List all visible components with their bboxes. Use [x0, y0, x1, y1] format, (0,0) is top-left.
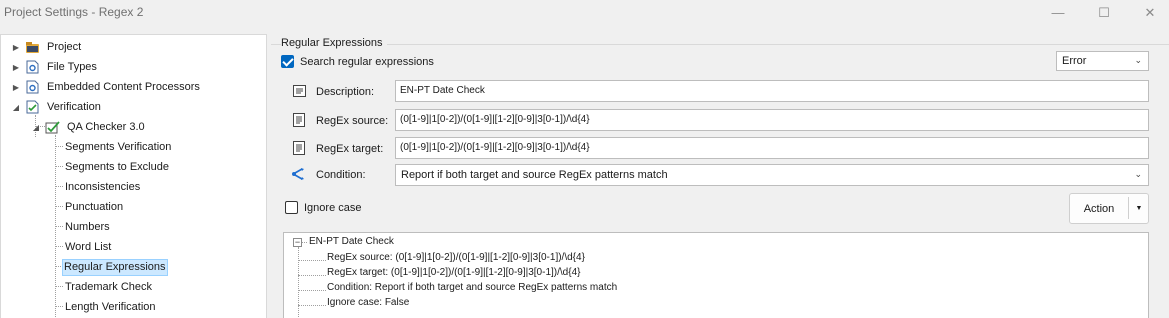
search-regex-label[interactable]: Search regular expressions	[300, 56, 434, 68]
group-divider	[271, 44, 1169, 45]
qa-checker-icon	[45, 120, 60, 134]
tree-item-label: Numbers	[65, 220, 110, 233]
regular-expressions-panel: Regular Expressions Search regular expre…	[271, 34, 1169, 318]
close-icon: ✕	[1144, 4, 1156, 20]
tree-item-label: Segments Verification	[65, 140, 172, 153]
ignore-case-label[interactable]: Ignore case	[304, 202, 361, 214]
chevron-down-icon: ⌄	[1134, 55, 1142, 65]
tree-line	[55, 246, 63, 247]
window-title: Project Settings - Regex 2	[4, 5, 144, 19]
tree-item-label: File Types	[47, 60, 97, 73]
tree-item-word-list[interactable]: Word List	[63, 237, 113, 257]
tree-item-file-types[interactable]: ▶ File Types	[9, 57, 99, 77]
tree-line	[55, 146, 63, 147]
tree-item-project[interactable]: ▶ Project	[9, 37, 83, 57]
regex-target-label: RegEx target:	[316, 143, 384, 155]
minimize-icon: —	[1051, 5, 1065, 20]
tree-item-label: Regular Expressions	[62, 258, 168, 276]
tree-item-label: Verification	[47, 100, 101, 113]
tree-line	[298, 290, 326, 291]
collapse-icon[interactable]: ◢	[11, 102, 21, 112]
tree-line	[55, 206, 63, 207]
tree-item-label: Embedded Content Processors	[47, 80, 200, 93]
tree-item-label: Word List	[65, 240, 112, 253]
regex-source-label: RegEx source:	[316, 115, 389, 127]
settings-tree[interactable]: ▶ Project ▶ File Types ▶ Embedded Conten…	[0, 34, 267, 318]
tree-item-label: Inconsistencies	[65, 180, 141, 193]
project-icon	[25, 40, 40, 54]
minimize-button[interactable]: —	[1035, 0, 1081, 25]
condition-label: Condition:	[316, 169, 366, 181]
tree-line	[298, 305, 326, 306]
close-button[interactable]: ✕	[1127, 0, 1169, 25]
tree-line	[55, 186, 63, 187]
search-regex-checkbox[interactable]	[281, 55, 294, 68]
tree-line	[298, 275, 326, 276]
tree-item-label: Trademark Check	[65, 280, 153, 293]
condition-select[interactable]: Report if both target and source RegEx p…	[395, 164, 1149, 186]
regex-target-icon	[291, 140, 307, 156]
expand-icon[interactable]: ▶	[11, 42, 21, 52]
title-bar: Project Settings - Regex 2 — ☐ ✕	[0, 0, 1169, 25]
regex-preview-tree[interactable]: − EN-PT Date Check RegEx source: (0[1-9]…	[283, 232, 1149, 318]
tree-line	[302, 242, 307, 243]
tree-line	[55, 286, 63, 287]
severity-value: Error	[1062, 55, 1087, 67]
tree-item-length-verification[interactable]: Length Verification	[63, 297, 158, 317]
maximize-icon: ☐	[1098, 4, 1110, 20]
tree-item-verification[interactable]: ◢ Verification	[9, 97, 103, 117]
tree-line	[55, 226, 63, 227]
ignore-case-checkbox[interactable]	[285, 201, 298, 214]
tree-item-regular-expressions[interactable]: Regular Expressions	[62, 257, 168, 277]
condition-value: Report if both target and source RegEx p…	[401, 169, 668, 181]
tree-item-punctuation[interactable]: Punctuation	[63, 197, 125, 217]
tree-line	[55, 306, 63, 307]
tree-item-numbers[interactable]: Numbers	[63, 217, 112, 237]
regex-source-field[interactable]: (0[1-9]|1[0-2])/(0[1-9]|[1-2][0-9]|3[0-1…	[395, 109, 1149, 131]
severity-select[interactable]: Error ⌄	[1056, 51, 1149, 71]
action-dropdown-button[interactable]: ▼	[1129, 194, 1149, 223]
caret-down-icon: ▼	[1135, 205, 1143, 212]
description-icon	[291, 83, 307, 99]
preview-line: Ignore case: False	[327, 297, 410, 308]
description-label: Description:	[316, 86, 375, 98]
collapse-icon[interactable]: −	[293, 238, 302, 247]
tree-item-segments-to-exclude[interactable]: Segments to Exclude	[63, 157, 171, 177]
maximize-button[interactable]: ☐	[1081, 0, 1127, 25]
tree-item-trademark-check[interactable]: Trademark Check	[63, 277, 154, 297]
file-types-icon	[25, 60, 40, 74]
chevron-down-icon: ⌄	[1134, 169, 1142, 179]
preview-line: RegEx source: (0[1-9]|1[0-2])/(0[1-9]|[1…	[327, 252, 585, 263]
regex-target-field[interactable]: (0[1-9]|1[0-2])/(0[1-9]|[1-2][0-9]|3[0-1…	[395, 137, 1149, 159]
tree-item-segments-verification[interactable]: Segments Verification	[63, 137, 173, 157]
tree-item-label: Punctuation	[65, 200, 124, 213]
group-title: Regular Expressions	[281, 37, 387, 49]
processor-icon	[25, 80, 40, 94]
tree-item-label: Length Verification	[65, 300, 156, 313]
tree-item-label: QA Checker 3.0	[67, 120, 145, 133]
condition-icon	[290, 166, 306, 182]
expand-icon[interactable]: ▶	[11, 82, 21, 92]
tree-item-inconsistencies[interactable]: Inconsistencies	[63, 177, 142, 197]
regex-source-icon	[291, 112, 307, 128]
description-field[interactable]: EN-PT Date Check	[395, 80, 1149, 102]
verification-icon	[25, 100, 40, 114]
tree-item-qa-checker[interactable]: ◢ QA Checker 3.0	[29, 117, 147, 137]
action-split-button[interactable]: Action ▼	[1069, 193, 1149, 224]
tree-line	[298, 260, 326, 261]
preview-line: RegEx target: (0[1-9]|1[0-2])/(0[1-9]|[1…	[327, 267, 581, 278]
preview-title[interactable]: EN-PT Date Check	[309, 236, 394, 247]
action-button[interactable]: Action	[1070, 194, 1128, 223]
expand-icon[interactable]: ▶	[11, 62, 21, 72]
preview-line: Condition: Report if both target and sou…	[327, 282, 618, 293]
tree-item-label: Project	[47, 40, 82, 53]
tree-line	[55, 166, 63, 167]
tree-line	[298, 247, 299, 318]
action-button-label: Action	[1083, 202, 1115, 215]
tree-item-label: Segments to Exclude	[65, 160, 169, 173]
collapse-icon[interactable]: ◢	[31, 122, 41, 132]
tree-item-embedded-content-processors[interactable]: ▶ Embedded Content Processors	[9, 77, 202, 97]
